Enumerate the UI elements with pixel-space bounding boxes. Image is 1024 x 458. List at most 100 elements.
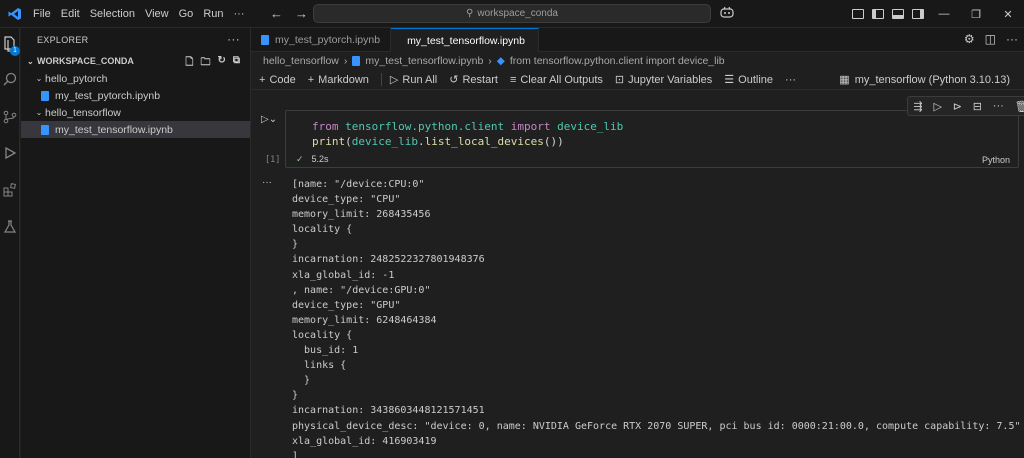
tab-label: my_test_tensorflow.ipynb (407, 34, 525, 47)
run-debug-icon[interactable] (3, 146, 17, 160)
explorer-header: EXPLORER ··· (21, 28, 250, 52)
menu-view[interactable]: View (140, 0, 174, 28)
execute-above-icon[interactable]: ⇶ (913, 100, 922, 113)
menu-run[interactable]: Run (198, 0, 228, 28)
explorer-badge: 1 (10, 46, 20, 56)
workspace-section[interactable]: ⌄ WORKSPACE_CONDA 🗋 🗀 ↻ ⧉ (21, 52, 250, 70)
command-center-search[interactable]: ⚲ workspace_conda (313, 4, 711, 23)
run-all-icon: ▷ (389, 74, 399, 86)
cell-status: ✓ 5.2s (296, 154, 329, 165)
clear-all-icon: ≡ (509, 73, 517, 86)
menu-selection[interactable]: Selection (85, 0, 140, 28)
customize-layout-icon[interactable] (852, 9, 864, 19)
run-all-label: Run All (402, 73, 438, 86)
add-markdown-button[interactable]: + Markdown (308, 74, 369, 86)
clear-all-outputs-button[interactable]: ≡ Clear All Outputs (510, 74, 603, 86)
gear-icon[interactable]: ⚙ (964, 32, 975, 46)
close-icon[interactable]: ✕ (992, 8, 1024, 21)
tab-pytorch-notebook[interactable]: my_test_pytorch.ipynb (251, 28, 392, 52)
cell-more-icon[interactable]: ··· (993, 100, 1004, 112)
search-icon: ⚲ (466, 8, 474, 19)
variables-icon: ⊡ (614, 74, 625, 86)
cell-toolbar: ⇶ ▷ ⊳ ⊟ ··· 🗑 (907, 96, 1024, 116)
menu-edit[interactable]: Edit (56, 0, 85, 28)
kernel-icon: ▦ (839, 74, 850, 86)
outline-label: Outline (738, 73, 774, 86)
execution-count: [1] (265, 155, 281, 165)
cell-editor[interactable]: from tensorflow.python.client import dev… (285, 96, 1024, 168)
toggle-secondary-sidebar-icon[interactable] (912, 9, 924, 19)
activity-bar: 1 (0, 28, 20, 458)
minimize-icon[interactable]: — (928, 8, 960, 20)
chevron-down-icon: ⌄ (35, 74, 43, 83)
notebook-icon (41, 90, 49, 101)
extensions-icon[interactable] (3, 183, 17, 197)
cell-code[interactable]: from tensorflow.python.client import dev… (312, 119, 623, 149)
explorer-more-button[interactable]: ··· (227, 32, 240, 46)
source-control-icon[interactable] (3, 110, 17, 124)
editor-area: my_test_pytorch.ipynb my_test_tensorflow… (251, 28, 1024, 458)
menu-go[interactable]: Go (174, 0, 199, 28)
title-bar: File Edit Selection View Go Run ··· ← → … (0, 0, 1024, 28)
testing-flask-icon[interactable] (3, 220, 17, 234)
cell-language[interactable]: Python (982, 155, 1010, 165)
tree-file-pytorch-notebook[interactable]: my_test_pytorch.ipynb (21, 87, 250, 104)
menu-file[interactable]: File (28, 0, 56, 28)
workspace-title: WORKSPACE_CONDA (37, 56, 134, 66)
clear-all-outputs-label: Clear All Outputs (520, 73, 603, 86)
run-all-button[interactable]: ▷ Run All (380, 73, 438, 86)
cell-duration: 5.2s (311, 154, 329, 164)
tab-label: my_test_pytorch.ipynb (275, 34, 381, 46)
breadcrumb-folder[interactable]: hello_tensorflow (263, 55, 339, 67)
toggle-panel-icon[interactable] (892, 9, 904, 19)
menu-more[interactable]: ··· (229, 0, 250, 28)
breadcrumb-symbol[interactable]: from tensorflow.python.client import dev… (510, 55, 725, 67)
split-cell-icon[interactable]: ⊟ (973, 100, 982, 113)
kernel-picker[interactable]: ▦ my_tensorflow (Python 3.10.13) (839, 73, 1010, 87)
forward-arrow-icon[interactable]: → (295, 6, 308, 21)
restore-icon[interactable]: ❐ (960, 8, 992, 21)
output-more-button[interactable]: ··· (262, 177, 272, 188)
plus-icon: + (307, 73, 315, 86)
tree-folder-hello-pytorch[interactable]: ⌄ hello_pytorch (21, 70, 250, 87)
search-view-icon[interactable] (3, 72, 17, 86)
back-arrow-icon[interactable]: ← (270, 6, 283, 21)
tree-item-label: hello_pytorch (45, 72, 108, 85)
restart-label: Restart (462, 73, 498, 86)
notebook-icon (41, 124, 49, 135)
jupyter-variables-label: Jupyter Variables (628, 73, 713, 86)
restart-button[interactable]: ↺ Restart (449, 73, 498, 87)
copilot-icon[interactable] (720, 6, 734, 21)
chevron-down-icon: ⌄ (27, 56, 34, 66)
add-code-button[interactable]: + Code (259, 74, 296, 86)
outline-button[interactable]: ☰ Outline (724, 73, 774, 87)
tree-item-label: my_test_pytorch.ipynb (55, 89, 161, 102)
notebook-toolbar: + Code + Markdown ▷ Run All ↺ Restart ≡ Clear… (251, 70, 1024, 90)
chevron-down-icon: ⌄ (35, 108, 43, 117)
more-actions-icon[interactable]: ··· (1006, 32, 1018, 46)
delete-cell-icon[interactable]: 🗑 (1015, 100, 1024, 113)
toolbar-more-button[interactable]: ··· (785, 74, 796, 86)
split-editor-icon[interactable]: ◫ (985, 32, 996, 46)
tree-file-tensorflow-notebook[interactable]: my_test_tensorflow.ipynb (21, 121, 250, 138)
breadcrumb-file[interactable]: my_test_tensorflow.ipynb (365, 55, 483, 67)
notebook-icon (261, 35, 269, 45)
add-markdown-label: Markdown (318, 73, 369, 86)
chevron-right-icon: › (488, 55, 492, 67)
tree-folder-hello-tensorflow[interactable]: ⌄ hello_tensorflow (21, 104, 250, 121)
chevron-right-icon: › (343, 55, 348, 67)
add-code-label: Code (269, 73, 296, 86)
execute-below-icon[interactable]: ⊳ (953, 100, 962, 113)
toggle-primary-sidebar-icon[interactable] (872, 9, 884, 19)
output-text: [name: "/device:CPU:0" device_type: "CPU… (292, 179, 1021, 458)
explorer-title: EXPLORER (37, 35, 89, 45)
search-text: workspace_conda (477, 8, 558, 19)
tab-bar: my_test_pytorch.ipynb my_test_tensorflow… (251, 28, 1024, 52)
tab-tensorflow-notebook[interactable]: my_test_tensorflow.ipynb (391, 28, 540, 52)
success-check-icon: ✓ (296, 154, 304, 164)
jupyter-variables-button[interactable]: ⊡ Jupyter Variables (614, 73, 713, 87)
execute-cell-below-icon[interactable]: ▷ (933, 100, 941, 113)
run-cell-icon[interactable]: ▷⌄ (261, 114, 277, 125)
python-icon: ◆ (496, 55, 505, 67)
tree-item-label: hello_tensorflow (45, 106, 121, 119)
